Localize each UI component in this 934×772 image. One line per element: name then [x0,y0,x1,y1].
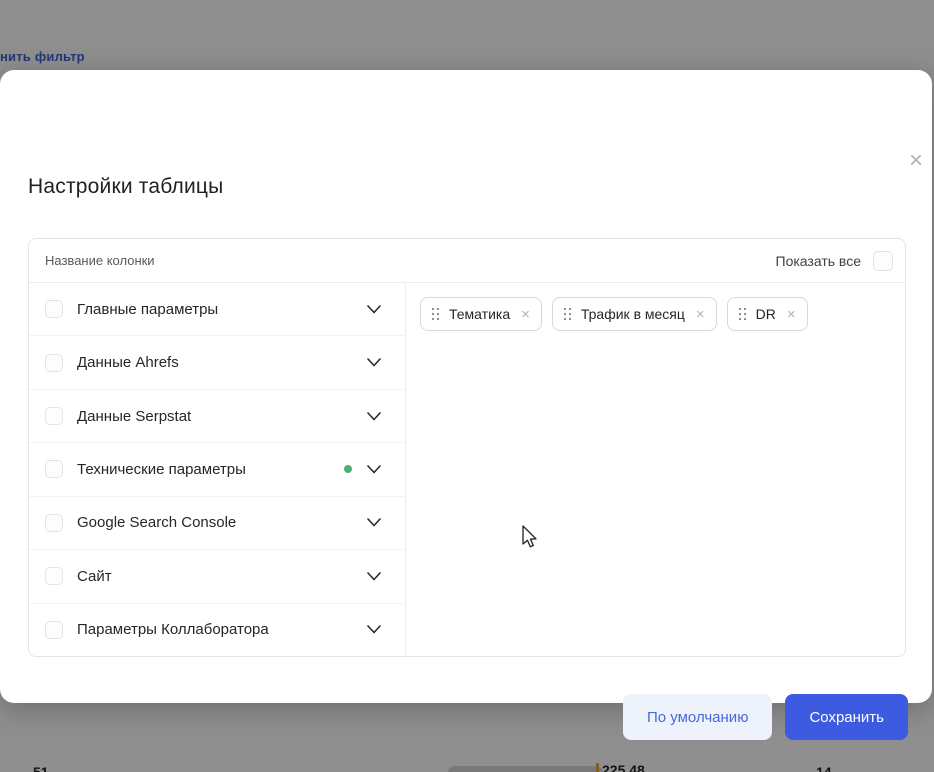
selected-columns-area: Тематика × Трафик в месяц × DR × [406,283,905,656]
category-label: Данные Ahrefs [77,354,179,371]
category-label: Параметры Коллаборатора [77,621,269,638]
category-label: Технические параметры [77,461,246,478]
category-row[interactable]: Параметры Коллаборатора [29,604,405,656]
chevron-down-icon[interactable] [367,572,381,581]
category-label: Данные Serpstat [77,408,191,425]
modal-footer: По умолчанию Сохранить [623,694,908,740]
save-button[interactable]: Сохранить [785,694,908,740]
category-list: Главные параметры Данные Ahrefs [29,283,406,656]
category-label: Google Search Console [77,514,236,531]
category-row[interactable]: Технические параметры [29,443,405,496]
column-chip[interactable]: DR × [727,297,808,331]
category-row[interactable]: Google Search Console [29,497,405,550]
chevron-down-icon[interactable] [367,358,381,367]
columns-panel: Название колонки Показать все Главные па… [28,238,906,657]
chevron-down-icon[interactable] [367,625,381,634]
category-checkbox[interactable] [45,514,63,532]
table-settings-modal: Настройки таблицы × Название колонки Пок… [0,70,932,703]
category-checkbox[interactable] [45,407,63,425]
chip-label: DR [756,306,776,322]
chevron-down-icon[interactable] [367,412,381,421]
panel-body: Главные параметры Данные Ahrefs [29,283,905,656]
category-checkbox[interactable] [45,567,63,585]
chip-label: Трафик в месяц [581,306,685,322]
remove-chip-icon[interactable]: × [521,307,530,322]
column-chip[interactable]: Трафик в месяц × [552,297,717,331]
panel-header: Название колонки Показать все [29,239,905,283]
close-icon[interactable]: × [904,150,928,174]
drag-handle-icon[interactable] [432,308,440,321]
category-label: Главные параметры [77,301,218,318]
category-row[interactable]: Данные Serpstat [29,390,405,443]
show-all-checkbox[interactable] [873,251,893,271]
category-row[interactable]: Главные параметры [29,283,405,336]
category-row[interactable]: Данные Ahrefs [29,336,405,389]
default-button[interactable]: По умолчанию [623,694,772,740]
drag-handle-icon[interactable] [564,308,572,321]
remove-chip-icon[interactable]: × [787,307,796,322]
category-checkbox[interactable] [45,354,63,372]
category-checkbox[interactable] [45,460,63,478]
column-name-label: Название колонки [45,253,155,268]
modal-title: Настройки таблицы [28,175,223,199]
remove-chip-icon[interactable]: × [696,307,705,322]
chip-label: Тематика [449,306,510,322]
chevron-down-icon[interactable] [367,465,381,474]
chevron-down-icon[interactable] [367,305,381,314]
show-all-label: Показать все [776,253,861,269]
category-checkbox[interactable] [45,300,63,318]
column-chip[interactable]: Тематика × [420,297,542,331]
category-checkbox[interactable] [45,621,63,639]
category-label: Сайт [77,568,112,585]
drag-handle-icon[interactable] [739,308,747,321]
category-row[interactable]: Сайт [29,550,405,603]
active-indicator-dot [344,465,352,473]
chevron-down-icon[interactable] [367,518,381,527]
